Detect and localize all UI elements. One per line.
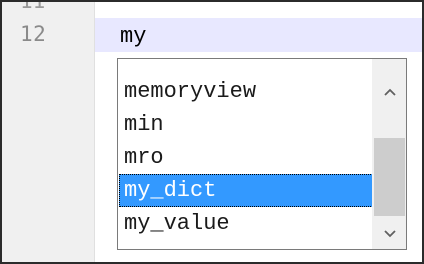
editor-window: 11 12 my memoryview min mro my_dict my_v… [0,0,424,264]
scroll-down-button[interactable] [373,216,406,249]
line-number: 12 [20,22,47,46]
code-text[interactable]: my [120,24,146,49]
scrollbar-thumb[interactable] [374,138,405,216]
autocomplete-popup: memoryview min mro my_dict my_value [117,58,407,250]
list-item[interactable]: memoryview [119,75,373,108]
list-item-selected[interactable]: my_dict [119,174,373,207]
chevron-down-icon [383,229,396,237]
scroll-up-button[interactable] [373,75,406,108]
autocomplete-list: memoryview min mro my_dict my_value [119,75,373,240]
scrollbar[interactable] [372,59,406,249]
line-number-gutter: 11 12 [2,2,95,262]
chevron-up-icon [383,88,396,96]
list-item[interactable]: mro [119,141,373,174]
list-item[interactable]: my_value [119,207,373,240]
list-item[interactable]: min [119,108,373,141]
previous-line-number: 11 [20,0,46,13]
